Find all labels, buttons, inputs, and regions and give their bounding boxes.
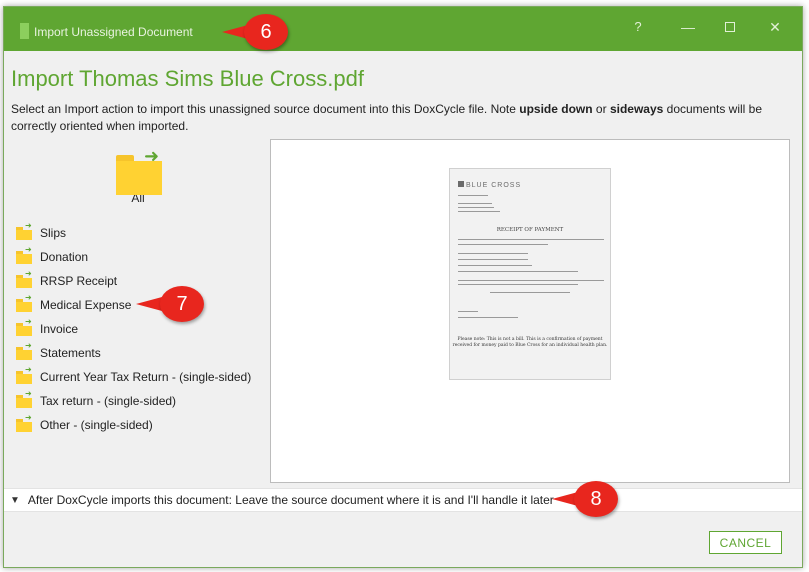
folder-import-icon: ➜	[16, 341, 32, 360]
cancel-button[interactable]: CANCEL	[709, 531, 782, 554]
app-icon	[20, 23, 29, 39]
import-all-button[interactable]: ➜ All	[108, 146, 168, 205]
folder-item-other[interactable]: ➜ Other - (single-sided)	[16, 413, 251, 437]
callout-number: 7	[160, 286, 204, 322]
description-text-1: Select an Import action to import this u…	[11, 102, 520, 116]
folder-import-icon: ➜	[16, 413, 32, 432]
document-footer-note: Please note: This is not a bill. This is…	[452, 337, 608, 348]
maximize-button[interactable]	[720, 19, 740, 35]
folder-item-rrsp-receipt[interactable]: ➜ RRSP Receipt	[16, 269, 251, 293]
folder-item-donation[interactable]: ➜ Donation	[16, 245, 251, 269]
after-import-text: After DoxCycle imports this document: Le…	[27, 493, 554, 507]
callout-8: 8	[552, 481, 618, 517]
document-heading: RECEIPT OF PAYMENT	[496, 227, 564, 233]
description-text-2: or	[592, 102, 610, 116]
callout-number: 8	[574, 481, 618, 517]
maximize-icon	[725, 22, 735, 32]
folder-label: Medical Expense	[40, 298, 132, 312]
minimize-button[interactable]: —	[678, 19, 698, 35]
description-bold-upside-down: upside down	[519, 102, 593, 116]
folder-label: Tax return - (single-sided)	[40, 394, 177, 408]
folder-import-icon: ➜	[114, 146, 162, 195]
folder-import-icon: ➜	[16, 221, 32, 240]
folder-label: Current Year Tax Return - (single-sided)	[40, 370, 252, 384]
close-button[interactable]: ✕	[765, 19, 785, 36]
callout-number: 6	[244, 14, 288, 50]
folder-import-icon: ➜	[16, 389, 32, 408]
import-dialog: Import Unassigned Document ? — ✕ Import …	[3, 6, 803, 568]
folder-label: Invoice	[40, 322, 79, 336]
folder-item-slips[interactable]: ➜ Slips	[16, 221, 251, 245]
after-import-options-toggle[interactable]: ▼ After DoxCycle imports this document: …	[4, 488, 802, 512]
folder-import-icon: ➜	[16, 365, 32, 384]
document-preview-pane: BLUE CROSS RECEIPT OF PAYMENT Please not…	[270, 139, 790, 483]
chevron-down-icon: ▼	[10, 494, 20, 506]
cross-icon	[458, 181, 464, 187]
folder-label: RRSP Receipt	[40, 274, 118, 288]
description-bold-sideways: sideways	[609, 102, 664, 116]
folder-label: Other - (single-sided)	[40, 418, 153, 432]
blue-cross-logo: BLUE CROSS	[458, 181, 521, 189]
dialog-description: Select an Import action to import this u…	[11, 101, 791, 135]
folder-item-tax-return[interactable]: ➜ Tax return - (single-sided)	[16, 389, 251, 413]
callout-7: 7	[136, 286, 204, 322]
logo-text: BLUE CROSS	[466, 182, 522, 189]
dialog-heading: Import Thomas Sims Blue Cross.pdf	[11, 66, 364, 91]
document-thumbnail: BLUE CROSS RECEIPT OF PAYMENT Please not…	[449, 168, 611, 380]
folder-item-statements[interactable]: ➜ Statements	[16, 341, 251, 365]
folder-label: Statements	[40, 346, 101, 360]
folder-item-medical-expense[interactable]: ➜ Medical Expense	[16, 293, 251, 317]
folder-import-icon: ➜	[16, 293, 32, 312]
help-button[interactable]: ?	[628, 19, 648, 34]
folder-item-current-year-tax-return[interactable]: ➜ Current Year Tax Return - (single-sided…	[16, 365, 251, 389]
folder-import-icon: ➜	[16, 245, 32, 264]
folder-list: ➜ Slips ➜ Donation ➜ RRSP Receipt ➜ Medical …	[16, 221, 251, 437]
folder-import-icon: ➜	[16, 269, 32, 288]
title-bar[interactable]: Import Unassigned Document ? — ✕	[4, 7, 802, 51]
folder-label: Donation	[40, 250, 89, 264]
callout-6: 6	[222, 14, 288, 50]
folder-item-invoice[interactable]: ➜ Invoice	[16, 317, 251, 341]
folder-label: Slips	[40, 226, 67, 240]
folder-import-icon: ➜	[16, 317, 32, 336]
window-title: Import Unassigned Document	[34, 25, 193, 39]
